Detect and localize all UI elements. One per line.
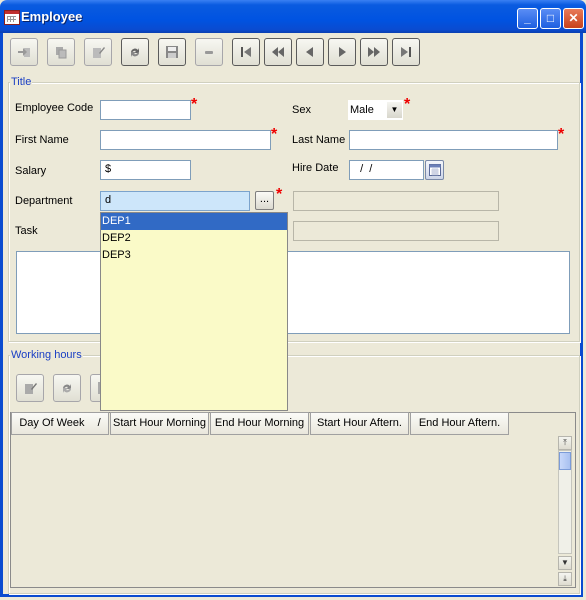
chevron-down-icon[interactable]: ▼: [387, 102, 402, 118]
working-hours-legend: Working hours: [10, 349, 83, 361]
calendar-icon: [4, 10, 20, 25]
working-hours-grid: [10, 412, 576, 588]
hire-date-input[interactable]: / /: [349, 160, 424, 180]
minimize-button[interactable]: _: [517, 8, 538, 29]
first-name-input[interactable]: [100, 130, 271, 150]
department-lookup-button[interactable]: ...: [255, 191, 274, 210]
reload-icon: [130, 48, 140, 57]
employee-code-input[interactable]: [100, 100, 191, 120]
salary-label: Salary: [15, 165, 47, 177]
required-indicator: *: [404, 96, 411, 113]
delete-icon: [205, 51, 213, 54]
sex-value: Male: [350, 104, 374, 116]
import-button[interactable]: [10, 38, 38, 66]
fast-forward-button[interactable]: [360, 38, 388, 66]
department-label: Department: [15, 195, 73, 207]
calendar-icon: [429, 164, 441, 176]
salary-input[interactable]: $: [100, 160, 191, 180]
copy-button[interactable]: [47, 38, 75, 66]
date-picker-button[interactable]: [425, 160, 444, 180]
last-record-button[interactable]: [392, 38, 420, 66]
required-indicator: *: [191, 96, 198, 113]
first-record-button[interactable]: [232, 38, 260, 66]
fast-backward-icon: [272, 47, 284, 57]
window-title: Employee: [21, 9, 83, 24]
task-description: [293, 221, 499, 241]
save-icon: [166, 46, 178, 58]
first-name-label: First Name: [15, 134, 69, 146]
hire-date-label: Hire Date: [292, 162, 339, 174]
column-header-day-of-week[interactable]: Day Of Week /: [11, 412, 109, 435]
column-label: Day Of Week: [19, 417, 85, 429]
previous-button[interactable]: [296, 38, 324, 66]
sex-label: Sex: [292, 104, 311, 116]
column-header-end-hour-afternoon[interactable]: End Hour Aftern.: [410, 412, 509, 435]
last-name-input[interactable]: [349, 130, 558, 150]
edit-button[interactable]: [84, 38, 112, 66]
dropdown-option-dep1[interactable]: DEP1: [101, 213, 287, 230]
required-indicator: *: [271, 126, 278, 143]
column-header-start-hour-morning[interactable]: Start Hour Morning: [110, 412, 209, 435]
department-dropdown[interactable]: DEP1 DEP2 DEP3: [100, 212, 288, 411]
close-button[interactable]: ✕: [563, 8, 584, 29]
title-legend: Title: [10, 76, 33, 88]
column-header-start-hour-afternoon[interactable]: Start Hour Aftern.: [310, 412, 409, 435]
working-hours-edit-button[interactable]: [16, 374, 44, 402]
employee-code-label: Employee Code: [15, 102, 94, 114]
reload-button[interactable]: [121, 38, 149, 66]
save-button[interactable]: [158, 38, 186, 66]
fast-forward-icon: [368, 47, 380, 57]
required-indicator: *: [276, 186, 283, 203]
delete-button[interactable]: [195, 38, 223, 66]
next-button[interactable]: [328, 38, 356, 66]
copy-icon: [56, 47, 67, 59]
sex-select[interactable]: Male ▼: [348, 100, 403, 120]
working-hours-reload-button[interactable]: [53, 374, 81, 402]
dropdown-option-dep3[interactable]: DEP3: [101, 247, 287, 264]
next-icon: [339, 47, 346, 57]
reload-icon: [62, 384, 72, 393]
column-header-end-hour-morning[interactable]: End Hour Morning: [210, 412, 309, 435]
last-record-icon: [401, 47, 411, 57]
required-indicator: *: [558, 126, 565, 143]
edit-icon: [25, 383, 37, 394]
scroll-bottom-button[interactable]: ⤓: [558, 572, 572, 586]
task-label: Task: [15, 225, 38, 237]
title-bar[interactable]: [0, 0, 586, 33]
previous-icon: [306, 47, 313, 57]
sort-indicator: /: [97, 417, 101, 429]
last-name-label: Last Name: [292, 134, 346, 146]
scroll-top-button[interactable]: ⤒: [558, 436, 572, 450]
maximize-button[interactable]: □: [540, 8, 561, 29]
department-input[interactable]: d: [100, 191, 250, 211]
fast-backward-button[interactable]: [264, 38, 292, 66]
dropdown-option-dep2[interactable]: DEP2: [101, 230, 287, 247]
scroll-down-button[interactable]: ▼: [558, 556, 572, 570]
edit-icon: [93, 47, 105, 58]
department-description: [293, 191, 499, 211]
first-record-icon: [241, 47, 251, 57]
import-icon: [18, 48, 30, 57]
scrollbar-thumb[interactable]: [559, 452, 571, 470]
